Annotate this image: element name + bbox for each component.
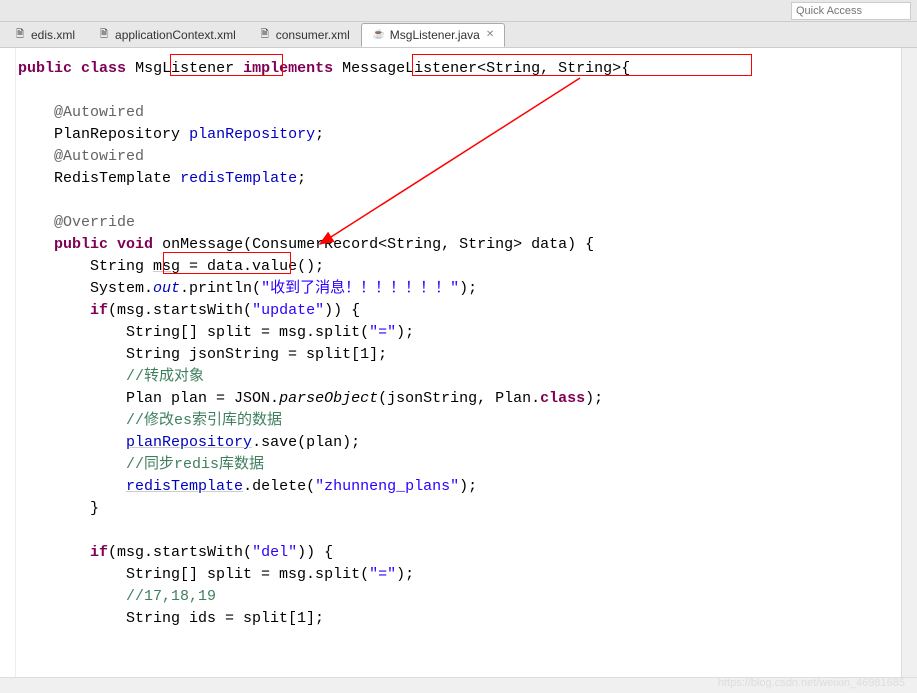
horizontal-scrollbar[interactable] (0, 677, 917, 693)
java-file-icon: ☕ (372, 28, 386, 42)
var-name: msg (153, 258, 180, 275)
string-literal: "update" (252, 302, 324, 319)
comment: //转成对象 (126, 368, 204, 385)
tab-msglistener-java[interactable]: ☕ MsgListener.java ✕ (361, 23, 505, 47)
code-text: )) { (297, 544, 333, 561)
static-field: out (153, 280, 180, 297)
comment: //同步redis库数据 (126, 456, 264, 473)
brace: { (621, 60, 630, 77)
method-name: onMessage (162, 236, 243, 253)
static-method: parseObject (279, 390, 378, 407)
code-text: ); (396, 566, 414, 583)
field-name: redisTemplate (180, 170, 297, 187)
code-text: String[] split = msg.split( (126, 324, 369, 341)
tab-label: MsgListener.java (390, 28, 480, 42)
code-text: String ids = split[1]; (126, 610, 324, 627)
keyword: public (54, 236, 108, 253)
code-text: ); (585, 390, 603, 407)
code-text: )) { (324, 302, 360, 319)
string-literal: "zhunneng_plans" (315, 478, 459, 495)
keyword: class (81, 60, 126, 77)
interface-name: MessageListener<String, String> (342, 60, 621, 77)
string-literal: "收到了消息！！！！！！！" (261, 280, 459, 297)
code-text: (msg.startsWith( (108, 544, 252, 561)
tab-consumer-xml[interactable]: 🗎 consumer.xml (247, 23, 361, 47)
code-text: .save(plan); (252, 434, 360, 451)
tab-label: consumer.xml (276, 28, 350, 42)
field-ref: redisTemplate (126, 478, 243, 495)
editor-gutter (0, 48, 16, 688)
annotation: @Override (54, 214, 135, 231)
field-type: RedisTemplate (54, 170, 171, 187)
code-text: System. (90, 280, 153, 297)
keyword: if (90, 302, 108, 319)
string-literal: "=" (369, 566, 396, 583)
code-text: ); (396, 324, 414, 341)
keyword: void (117, 236, 153, 253)
xml-file-icon: 🗎 (97, 28, 111, 42)
editor-tabs: 🗎 edis.xml 🗎 applicationContext.xml 🗎 co… (0, 22, 917, 48)
code-editor[interactable]: public class MsgListener implements Mess… (0, 48, 917, 688)
close-icon[interactable]: ✕ (486, 29, 494, 40)
xml-file-icon: 🗎 (13, 28, 27, 42)
code-text: .delete( (243, 478, 315, 495)
code-text: String jsonString = split[1]; (126, 346, 387, 363)
code-text: ); (459, 478, 477, 495)
string-literal: "=" (369, 324, 396, 341)
brace: } (90, 500, 99, 517)
code-content: public class MsgListener implements Mess… (18, 58, 630, 630)
tab-label: edis.xml (31, 28, 75, 42)
code-text: = data.value(); (180, 258, 324, 275)
code-text: String[] split = msg.split( (126, 566, 369, 583)
tab-label: applicationContext.xml (115, 28, 236, 42)
code-text: (msg.startsWith( (108, 302, 252, 319)
code-text: String (90, 258, 153, 275)
comment: //17,18,19 (126, 588, 216, 605)
string-literal: "del" (252, 544, 297, 561)
field-ref: planRepository (126, 434, 252, 451)
keyword: implements (243, 60, 333, 77)
keyword: public (18, 60, 72, 77)
code-text: Plan plan = JSON. (126, 390, 279, 407)
class-name: MsgListener (135, 60, 234, 77)
code-text: .println( (180, 280, 261, 297)
tab-application-context[interactable]: 🗎 applicationContext.xml (86, 23, 247, 47)
annotation: @Autowired (54, 148, 144, 165)
top-toolbar (0, 0, 917, 22)
xml-file-icon: 🗎 (258, 28, 272, 42)
field-name: planRepository (189, 126, 315, 143)
code-text: (jsonString, Plan. (378, 390, 540, 407)
vertical-scrollbar[interactable] (901, 48, 917, 677)
method-params: (ConsumerRecord<String, String> data) { (243, 236, 594, 253)
keyword: if (90, 544, 108, 561)
comment: //修改es索引库的数据 (126, 412, 282, 429)
tab-edis-xml[interactable]: 🗎 edis.xml (2, 23, 86, 47)
field-type: PlanRepository (54, 126, 180, 143)
annotation: @Autowired (54, 104, 144, 121)
code-text: ); (459, 280, 477, 297)
keyword: class (540, 390, 585, 407)
quick-access-input[interactable] (791, 2, 911, 20)
